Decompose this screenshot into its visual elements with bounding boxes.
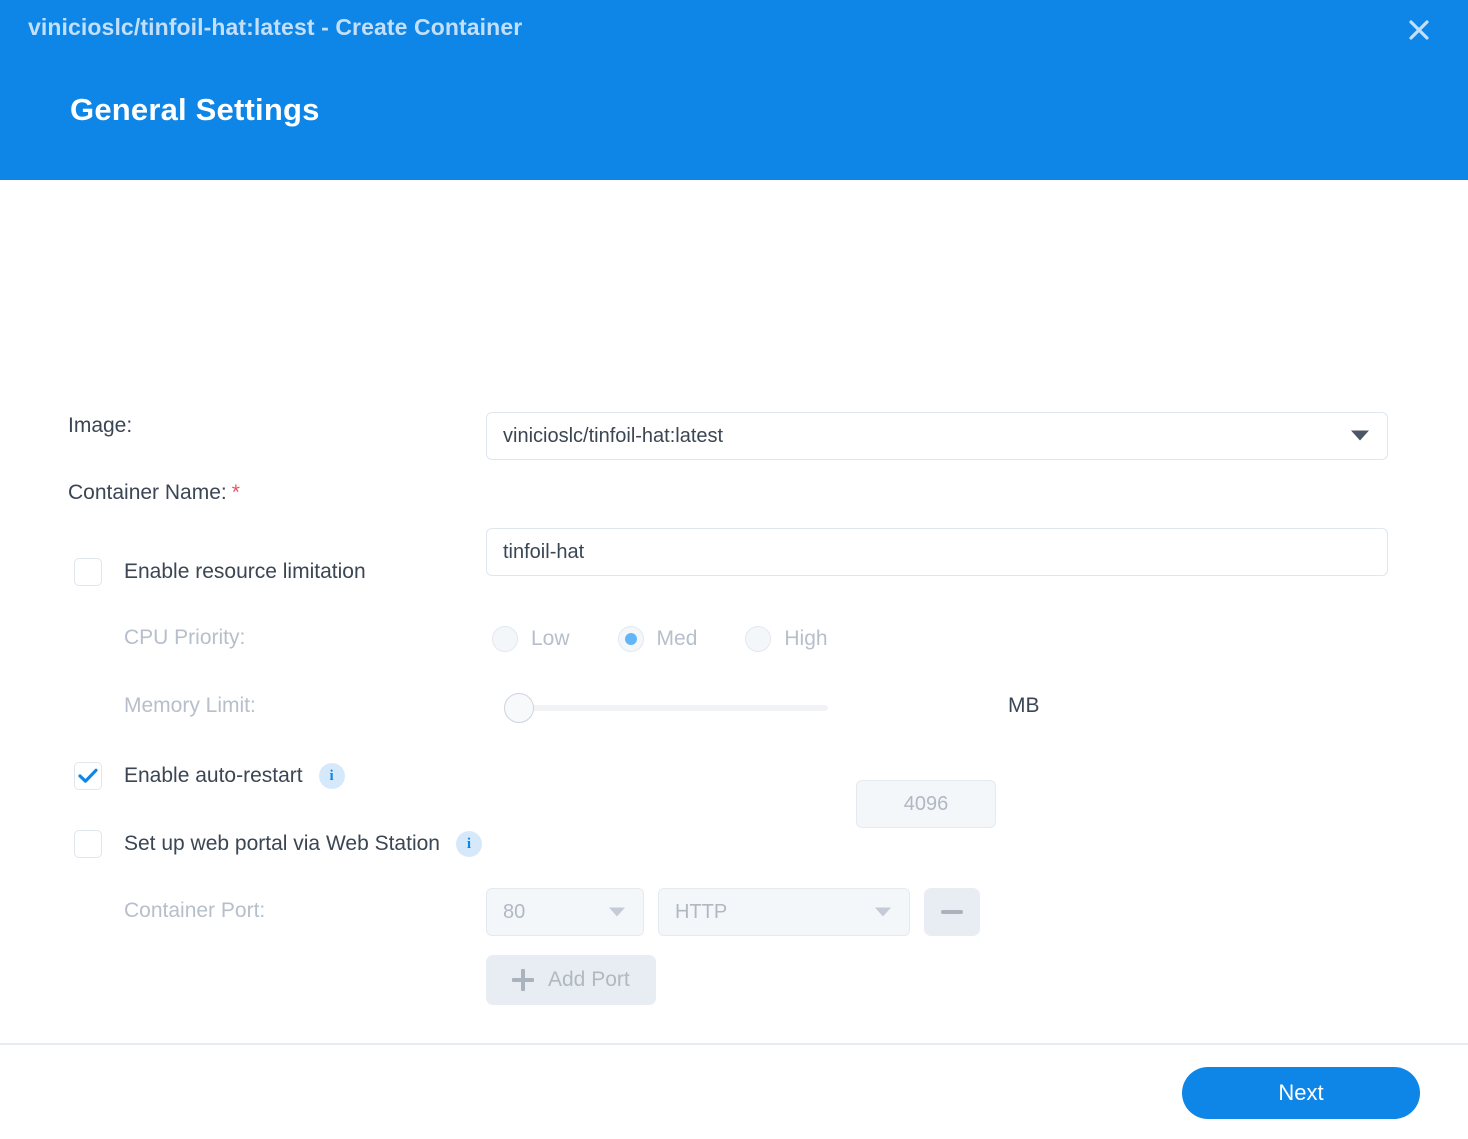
resource-limitation-label: Enable resource limitation — [124, 560, 366, 583]
cpu-priority-radio-group: Low Med High — [492, 626, 828, 652]
dialog-title: vinicioslc/tinfoil-hat:latest - Create C… — [28, 14, 523, 40]
radio-low — [492, 626, 518, 652]
cpu-priority-option-low[interactable]: Low — [492, 626, 570, 652]
cpu-priority-option-high[interactable]: High — [745, 626, 828, 652]
close-button[interactable] — [1402, 13, 1436, 47]
image-select[interactable]: vinicioslc/tinfoil-hat:latest — [486, 412, 1388, 460]
minus-icon — [941, 910, 963, 914]
container-name-row: Container Name: * — [68, 481, 240, 505]
web-portal-label: Set up web portal via Web Station — [124, 832, 440, 855]
container-port-label: Container Port: — [124, 899, 266, 922]
auto-restart-checkbox[interactable] — [74, 762, 102, 790]
container-protocol-value: HTTP — [675, 900, 728, 923]
image-row: Image: — [68, 414, 132, 438]
chevron-down-icon — [1351, 425, 1369, 448]
container-port-controls: 80 HTTP — [486, 888, 980, 936]
plus-icon — [512, 969, 534, 991]
remove-port-button[interactable] — [924, 888, 980, 936]
web-portal-checkbox[interactable] — [74, 830, 102, 858]
resource-limitation-checkbox[interactable] — [74, 558, 102, 586]
auto-restart-label: Enable auto-restart — [124, 764, 303, 787]
container-name-input[interactable]: tinfoil-hat — [486, 528, 1388, 576]
chevron-down-icon — [609, 901, 625, 924]
container-port-select[interactable]: 80 — [486, 888, 644, 936]
info-icon[interactable]: i — [455, 831, 482, 857]
cpu-priority-label-low: Low — [531, 627, 570, 650]
memory-limit-controls — [498, 693, 828, 723]
memory-limit-unit: MB — [1008, 694, 1040, 717]
slider-track — [516, 705, 828, 711]
info-icon-glyph: i — [329, 767, 334, 784]
dialog-header: vinicioslc/tinfoil-hat:latest - Create C… — [0, 0, 1468, 180]
memory-limit-input[interactable]: 4096 — [856, 780, 996, 828]
dialog-body: Image: vinicioslc/tinfoil-hat:latest Con… — [0, 180, 1468, 1139]
cpu-priority-label-med: Med — [656, 627, 698, 650]
image-label: Image: — [68, 414, 133, 437]
check-icon — [78, 768, 98, 784]
add-port-row: Add Port — [486, 955, 656, 1005]
close-icon — [1406, 17, 1432, 43]
radio-high — [745, 626, 772, 652]
next-button[interactable]: Next — [1182, 1067, 1420, 1119]
memory-limit-row: Memory Limit: — [124, 694, 256, 718]
cpu-priority-label: CPU Priority: — [124, 626, 246, 649]
add-port-label: Add Port — [548, 968, 630, 991]
memory-limit-unit-row: MB — [1008, 694, 1040, 718]
container-port-row: Container Port: — [124, 899, 265, 923]
info-icon-glyph: i — [466, 835, 472, 852]
resource-limitation-row: Enable resource limitation — [74, 558, 366, 586]
chevron-down-icon — [875, 901, 891, 924]
container-protocol-select[interactable]: HTTP — [658, 888, 910, 936]
image-value: vinicioslc/tinfoil-hat:latest — [503, 424, 724, 447]
container-port-value: 80 — [503, 900, 526, 923]
memory-limit-slider[interactable] — [498, 693, 828, 723]
radio-med — [617, 626, 644, 652]
auto-restart-row: Enable auto-restart i — [74, 762, 345, 790]
cpu-priority-option-med[interactable]: Med — [617, 626, 698, 652]
create-container-dialog: vinicioslc/tinfoil-hat:latest - Create C… — [0, 0, 1468, 1139]
required-marker: * — [231, 481, 240, 504]
page-title: General Settings — [70, 92, 320, 127]
web-portal-row: Set up web portal via Web Station i — [74, 830, 482, 858]
container-name-value: tinfoil-hat — [503, 540, 585, 563]
info-icon[interactable]: i — [318, 763, 345, 789]
memory-limit-value: 4096 — [903, 792, 949, 815]
radio-dot — [624, 633, 637, 645]
add-port-button[interactable]: Add Port — [486, 955, 656, 1005]
memory-limit-label: Memory Limit: — [124, 694, 256, 717]
cpu-priority-row: CPU Priority: — [124, 626, 245, 650]
dialog-footer: Next — [0, 1043, 1468, 1139]
cpu-priority-label-high: High — [784, 627, 828, 650]
container-name-label: Container Name: — [68, 481, 227, 504]
slider-thumb[interactable] — [504, 693, 534, 723]
